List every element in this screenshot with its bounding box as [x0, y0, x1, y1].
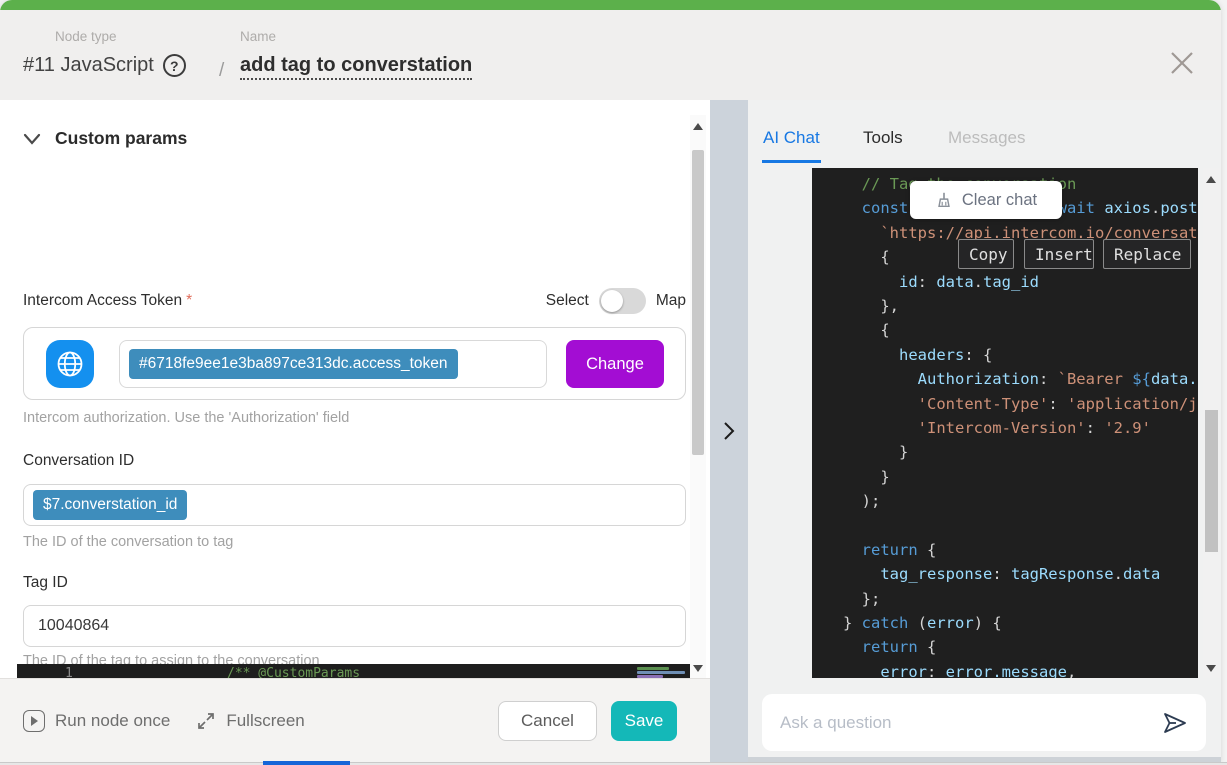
node-type-value-row: #11 JavaScript ? — [23, 54, 186, 77]
line-content: /** @CustomParams — [227, 666, 360, 678]
line-number: 1 — [65, 666, 73, 678]
clear-chat-label: Clear chat — [962, 191, 1037, 210]
active-tab-indicator — [762, 160, 821, 163]
insert-button[interactable]: Insert — [1024, 239, 1094, 269]
play-icon — [23, 710, 45, 732]
change-button[interactable]: Change — [566, 340, 664, 388]
assistant-tabs: AI Chat Tools Messages — [748, 100, 1221, 168]
chevron-right-icon — [721, 421, 737, 441]
fullscreen-icon — [196, 711, 216, 731]
run-node-once-button[interactable]: Run node once — [23, 710, 170, 732]
conversation-id-chip[interactable]: $7.converstation_id — [33, 490, 187, 520]
access-token-row: Intercom Access Token * Select Map — [23, 288, 686, 314]
conversation-id-helper: The ID of the conversation to tag — [23, 534, 233, 550]
replace-button[interactable]: Replace — [1103, 239, 1191, 269]
access-token-label: Intercom Access Token — [23, 292, 182, 310]
scrollbar-thumb[interactable] — [692, 150, 704, 455]
save-button[interactable]: Save — [611, 701, 677, 741]
ask-question-input[interactable] — [780, 713, 1162, 733]
clear-chat-button[interactable]: Clear chat — [910, 181, 1062, 219]
map-label: Map — [656, 292, 686, 310]
tag-id-label: Tag ID — [23, 574, 68, 592]
toggle-knob — [601, 290, 623, 312]
modal-footer: Run node once Fullscreen Cancel Save — [0, 678, 710, 762]
section-title: Custom params — [55, 128, 187, 149]
code-editor[interactable]: 1 /** @CustomParams — [17, 664, 705, 678]
name-label: Name — [240, 29, 276, 44]
panel-collapse-handle[interactable] — [710, 100, 748, 762]
conversation-id-field[interactable]: $7.converstation_id — [23, 484, 686, 526]
close-icon[interactable] — [1169, 50, 1195, 76]
modal-header: Node type #11 JavaScript ? / Name add ta… — [0, 10, 1221, 100]
select-label: Select — [546, 292, 589, 310]
cancel-button[interactable]: Cancel — [498, 701, 597, 741]
fullscreen-button[interactable]: Fullscreen — [196, 711, 304, 731]
access-token-chip[interactable]: #6718fe9ee1e3ba897ce313dc.access_token — [129, 349, 458, 379]
fullscreen-label: Fullscreen — [226, 711, 304, 731]
select-map-control: Select Map — [546, 288, 686, 314]
custom-params-section-header[interactable]: Custom params — [23, 128, 187, 149]
node-config-modal: Node type #11 JavaScript ? / Name add ta… — [0, 0, 1221, 762]
breadcrumb-separator: / — [219, 60, 224, 82]
node-type-label: Node type — [55, 29, 117, 44]
copy-button[interactable]: Copy — [958, 239, 1014, 269]
tab-ai-chat[interactable]: AI Chat — [763, 128, 820, 148]
send-icon[interactable] — [1162, 711, 1188, 735]
modal-accent-bar — [0, 0, 1221, 10]
tab-messages[interactable]: Messages — [948, 128, 1025, 148]
params-scrollbar[interactable] — [690, 115, 706, 678]
node-name-field[interactable]: add tag to converstation — [240, 54, 472, 80]
access-token-field[interactable]: #6718fe9ee1e3ba897ce313dc.access_token — [119, 340, 547, 388]
conversation-id-label: Conversation ID — [23, 452, 134, 470]
broom-icon — [935, 191, 953, 209]
scroll-down-arrow[interactable] — [693, 665, 703, 672]
access-token-helper: Intercom authorization. Use the 'Authori… — [23, 410, 349, 426]
name-value-row: add tag to converstation — [240, 54, 472, 80]
node-type-value: #11 JavaScript — [23, 54, 154, 77]
params-panel: Custom params Intercom Access Token * Se… — [0, 100, 710, 678]
scroll-up-arrow[interactable] — [693, 123, 703, 130]
background-progress-bar — [263, 761, 350, 765]
chat-scrollbar[interactable] — [1203, 168, 1220, 678]
ask-question-box — [762, 694, 1206, 751]
access-token-box: #6718fe9ee1e3ba897ce313dc.access_token C… — [23, 327, 686, 400]
chevron-down-icon — [23, 132, 41, 146]
globe-icon — [46, 340, 94, 388]
tag-id-field[interactable] — [23, 605, 686, 647]
select-map-toggle[interactable] — [599, 288, 646, 314]
scrollbar-thumb[interactable] — [1205, 410, 1218, 552]
scroll-down-arrow[interactable] — [1206, 665, 1216, 672]
assistant-panel: AI Chat Tools Messages // Tag the conver… — [748, 100, 1221, 762]
required-asterisk: * — [186, 292, 192, 310]
node-type-help-icon[interactable]: ? — [163, 54, 186, 77]
tab-tools[interactable]: Tools — [863, 128, 903, 148]
scroll-up-arrow[interactable] — [1206, 176, 1216, 183]
run-node-once-label: Run node once — [55, 711, 170, 731]
